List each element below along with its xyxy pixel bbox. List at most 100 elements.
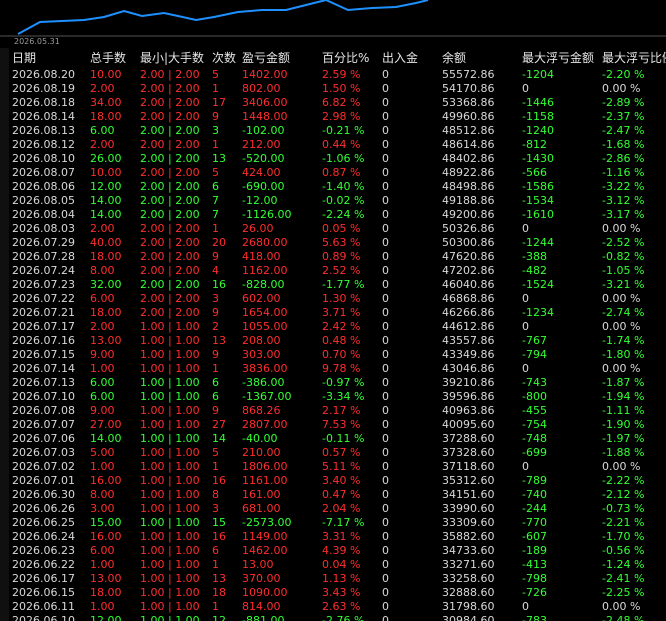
cell-max-float-loss: 0 xyxy=(522,292,529,305)
table-row[interactable]: 2026.07.10 6.00 1.00 | 1.00 6 -1367.00 -3.34 … xyxy=(0,390,666,404)
cell-deposit: 0 xyxy=(382,488,389,501)
table-row[interactable]: 2026.07.16 13.00 1.00 | 1.00 13 208.00 0.48 %… xyxy=(0,334,666,348)
table-row[interactable]: 2026.06.11 1.00 1.00 | 1.00 1 814.00 2.63 % 0 3… xyxy=(0,600,666,614)
cell-count: 12 xyxy=(212,614,226,621)
cell-pnl: 424.00 xyxy=(242,166,281,179)
cell-count: 6 xyxy=(212,376,219,389)
header-max-float-loss[interactable]: 最大浮亏金额 xyxy=(522,48,602,68)
table-row[interactable]: 2026.07.24 8.00 2.00 | 2.00 4 1162.00 2.52 % 0… xyxy=(0,264,666,278)
cell-balance: 34733.60 xyxy=(442,544,495,557)
cell-max-float-loss: -726 xyxy=(522,586,547,599)
header-balance[interactable]: 余额 xyxy=(442,48,522,68)
cell-max-float-loss: 0 xyxy=(522,320,529,333)
cell-percent: 5.11 % xyxy=(322,460,361,473)
cell-date: 2026.06.22 xyxy=(12,558,75,571)
header-total-lots[interactable]: 总手数 xyxy=(90,48,140,68)
cell-balance: 47620.86 xyxy=(442,250,495,263)
table-row[interactable]: 2026.08.05 14.00 2.00 | 2.00 7 -12.00 -0.02 %… xyxy=(0,194,666,208)
table-row[interactable]: 2026.07.06 14.00 1.00 | 1.00 14 -40.00 -0.11 … xyxy=(0,432,666,446)
table-row[interactable]: 2026.07.22 6.00 2.00 | 2.00 3 602.00 1.30 % 0 4… xyxy=(0,292,666,306)
cell-total-lots: 2.00 xyxy=(90,222,115,235)
table-row[interactable]: 2026.07.29 40.00 2.00 | 2.00 20 2680.00 5.63 … xyxy=(0,236,666,250)
cell-balance: 34151.60 xyxy=(442,488,495,501)
table-row[interactable]: 2026.06.25 15.00 1.00 | 1.00 15 -2573.00 -7.1… xyxy=(0,516,666,530)
table-row[interactable]: 2026.08.07 10.00 2.00 | 2.00 5 424.00 0.87 % 0… xyxy=(0,166,666,180)
cell-date: 2026.06.11 xyxy=(12,600,75,613)
table-row[interactable]: 2026.06.22 1.00 1.00 | 1.00 1 13.00 0.04 % 0 33… xyxy=(0,558,666,572)
cell-max-float-loss: -566 xyxy=(522,166,547,179)
table-row[interactable]: 2026.07.23 32.00 2.00 | 2.00 16 -828.00 -1.77… xyxy=(0,278,666,292)
table-row[interactable]: 2026.08.20 10.00 2.00 | 2.00 5 1402.00 2.59 %… xyxy=(0,68,666,82)
table-row[interactable]: 2026.08.13 6.00 2.00 | 2.00 3 -102.00 -0.21 %… xyxy=(0,124,666,138)
cell-balance: 48498.86 xyxy=(442,180,495,193)
table-row[interactable]: 2026.08.18 34.00 2.00 | 2.00 17 3406.00 6.82 … xyxy=(0,96,666,110)
table-row[interactable]: 2026.06.15 18.00 1.00 | 1.00 18 1090.00 3.43 … xyxy=(0,586,666,600)
cell-pnl: 1162.00 xyxy=(242,264,288,277)
header-date[interactable]: 日期 xyxy=(0,48,90,68)
header-max-float-pct[interactable]: 最大浮亏比例 xyxy=(602,48,666,68)
header-min-max-lots[interactable]: 最小|大手数 xyxy=(140,48,212,68)
table-row[interactable]: 2026.07.28 18.00 2.00 | 2.00 9 418.00 0.89 % 0… xyxy=(0,250,666,264)
cell-max-float-pct: -2.37 % xyxy=(602,110,645,123)
table-row[interactable]: 2026.08.12 2.00 2.00 | 2.00 1 212.00 0.44 % 0 4… xyxy=(0,138,666,152)
header-pnl[interactable]: 盈亏金额 xyxy=(242,48,322,68)
table-row[interactable]: 2026.08.10 26.00 2.00 | 2.00 13 -520.00 -1.06… xyxy=(0,152,666,166)
cell-deposit: 0 xyxy=(382,600,389,613)
cell-deposit: 0 xyxy=(382,558,389,571)
cell-min-max-lots: 2.00 | 2.00 xyxy=(140,124,200,137)
stats-table-container[interactable]: 日期 总手数 最小|大手数 次数 盈亏金额 百分比% 出入金 余额 最大浮亏金额… xyxy=(0,48,666,621)
table-row[interactable]: 2026.06.17 13.00 1.00 | 1.00 13 370.00 1.13 %… xyxy=(0,572,666,586)
table-row[interactable]: 2026.07.07 27.00 1.00 | 1.00 27 2807.00 7.53 … xyxy=(0,418,666,432)
cell-balance: 40095.60 xyxy=(442,418,495,431)
cell-count: 6 xyxy=(212,180,219,193)
table-row[interactable]: 2026.08.14 18.00 2.00 | 2.00 9 1448.00 2.98 %… xyxy=(0,110,666,124)
table-row[interactable]: 2026.06.24 16.00 1.00 | 1.00 16 1149.00 3.31 … xyxy=(0,530,666,544)
table-row[interactable]: 2026.07.03 5.00 1.00 | 1.00 5 210.00 0.57 % 0 3… xyxy=(0,446,666,460)
cell-min-max-lots: 2.00 | 2.00 xyxy=(140,306,200,319)
table-row[interactable]: 2026.07.01 16.00 1.00 | 1.00 16 1161.00 3.40 … xyxy=(0,474,666,488)
cell-max-float-loss: -1586 xyxy=(522,180,554,193)
cell-count: 6 xyxy=(212,544,219,557)
cell-total-lots: 1.00 xyxy=(90,558,115,571)
cell-total-lots: 6.00 xyxy=(90,124,115,137)
table-row[interactable]: 2026.07.02 1.00 1.00 | 1.00 1 1806.00 5.11 % 0… xyxy=(0,460,666,474)
cell-min-max-lots: 1.00 | 1.00 xyxy=(140,544,200,557)
cell-min-max-lots: 1.00 | 1.00 xyxy=(140,334,200,347)
cell-max-float-loss: -699 xyxy=(522,446,547,459)
cell-min-max-lots: 1.00 | 1.00 xyxy=(140,502,200,515)
cell-min-max-lots: 1.00 | 1.00 xyxy=(140,600,200,613)
header-count[interactable]: 次数 xyxy=(212,48,242,68)
table-row[interactable]: 2026.07.08 9.00 1.00 | 1.00 9 868.26 2.17 % 0 4… xyxy=(0,404,666,418)
cell-total-lots: 16.00 xyxy=(90,530,122,543)
table-row[interactable]: 2026.06.10 12.00 1.00 | 1.00 12 -881.00 -2.76… xyxy=(0,614,666,621)
table-row[interactable]: 2026.07.17 2.00 1.00 | 1.00 2 1055.00 2.42 % 0… xyxy=(0,320,666,334)
table-row[interactable]: 2026.07.13 6.00 1.00 | 1.00 6 -386.00 -0.97 %… xyxy=(0,376,666,390)
table-row[interactable]: 2026.08.06 12.00 2.00 | 2.00 6 -690.00 -1.40 … xyxy=(0,180,666,194)
cell-max-float-pct: 0.00 % xyxy=(602,460,641,473)
table-row[interactable]: 2026.06.30 8.00 1.00 | 1.00 8 161.00 0.47 % 0 3… xyxy=(0,488,666,502)
table-row[interactable]: 2026.08.19 2.00 2.00 | 2.00 1 802.00 1.50 % 0 5… xyxy=(0,82,666,96)
cell-count: 16 xyxy=(212,278,226,291)
table-row[interactable]: 2026.07.15 9.00 1.00 | 1.00 9 303.00 0.70 % 0 4… xyxy=(0,348,666,362)
table-row[interactable]: 2026.08.03 2.00 2.00 | 2.00 1 26.00 0.05 % 0 50… xyxy=(0,222,666,236)
cell-max-float-pct: -3.12 % xyxy=(602,194,645,207)
cell-date: 2026.07.28 xyxy=(12,250,75,263)
cell-total-lots: 18.00 xyxy=(90,110,122,123)
cell-deposit: 0 xyxy=(382,96,389,109)
table-row[interactable]: 2026.08.04 14.00 2.00 | 2.00 7 -1126.00 -2.24… xyxy=(0,208,666,222)
cell-deposit: 0 xyxy=(382,208,389,221)
cell-balance: 55572.86 xyxy=(442,68,495,81)
table-row[interactable]: 2026.07.21 18.00 2.00 | 2.00 9 1654.00 3.71 %… xyxy=(0,306,666,320)
table-row[interactable]: 2026.06.23 6.00 1.00 | 1.00 6 1462.00 4.39 % 0… xyxy=(0,544,666,558)
cell-min-max-lots: 1.00 | 1.00 xyxy=(140,572,200,585)
cell-balance: 43349.86 xyxy=(442,348,495,361)
table-row[interactable]: 2026.07.14 1.00 1.00 | 1.00 1 3836.00 9.78 % 0… xyxy=(0,362,666,376)
header-percent[interactable]: 百分比% xyxy=(322,48,382,68)
table-row[interactable]: 2026.06.26 3.00 1.00 | 1.00 3 681.00 2.04 % 0 3… xyxy=(0,502,666,516)
header-deposit[interactable]: 出入金 xyxy=(382,48,442,68)
cell-total-lots: 14.00 xyxy=(90,208,122,221)
cell-count: 5 xyxy=(212,166,219,179)
cell-max-float-loss: -244 xyxy=(522,502,547,515)
cell-balance: 35882.60 xyxy=(442,530,495,543)
cell-total-lots: 2.00 xyxy=(90,320,115,333)
